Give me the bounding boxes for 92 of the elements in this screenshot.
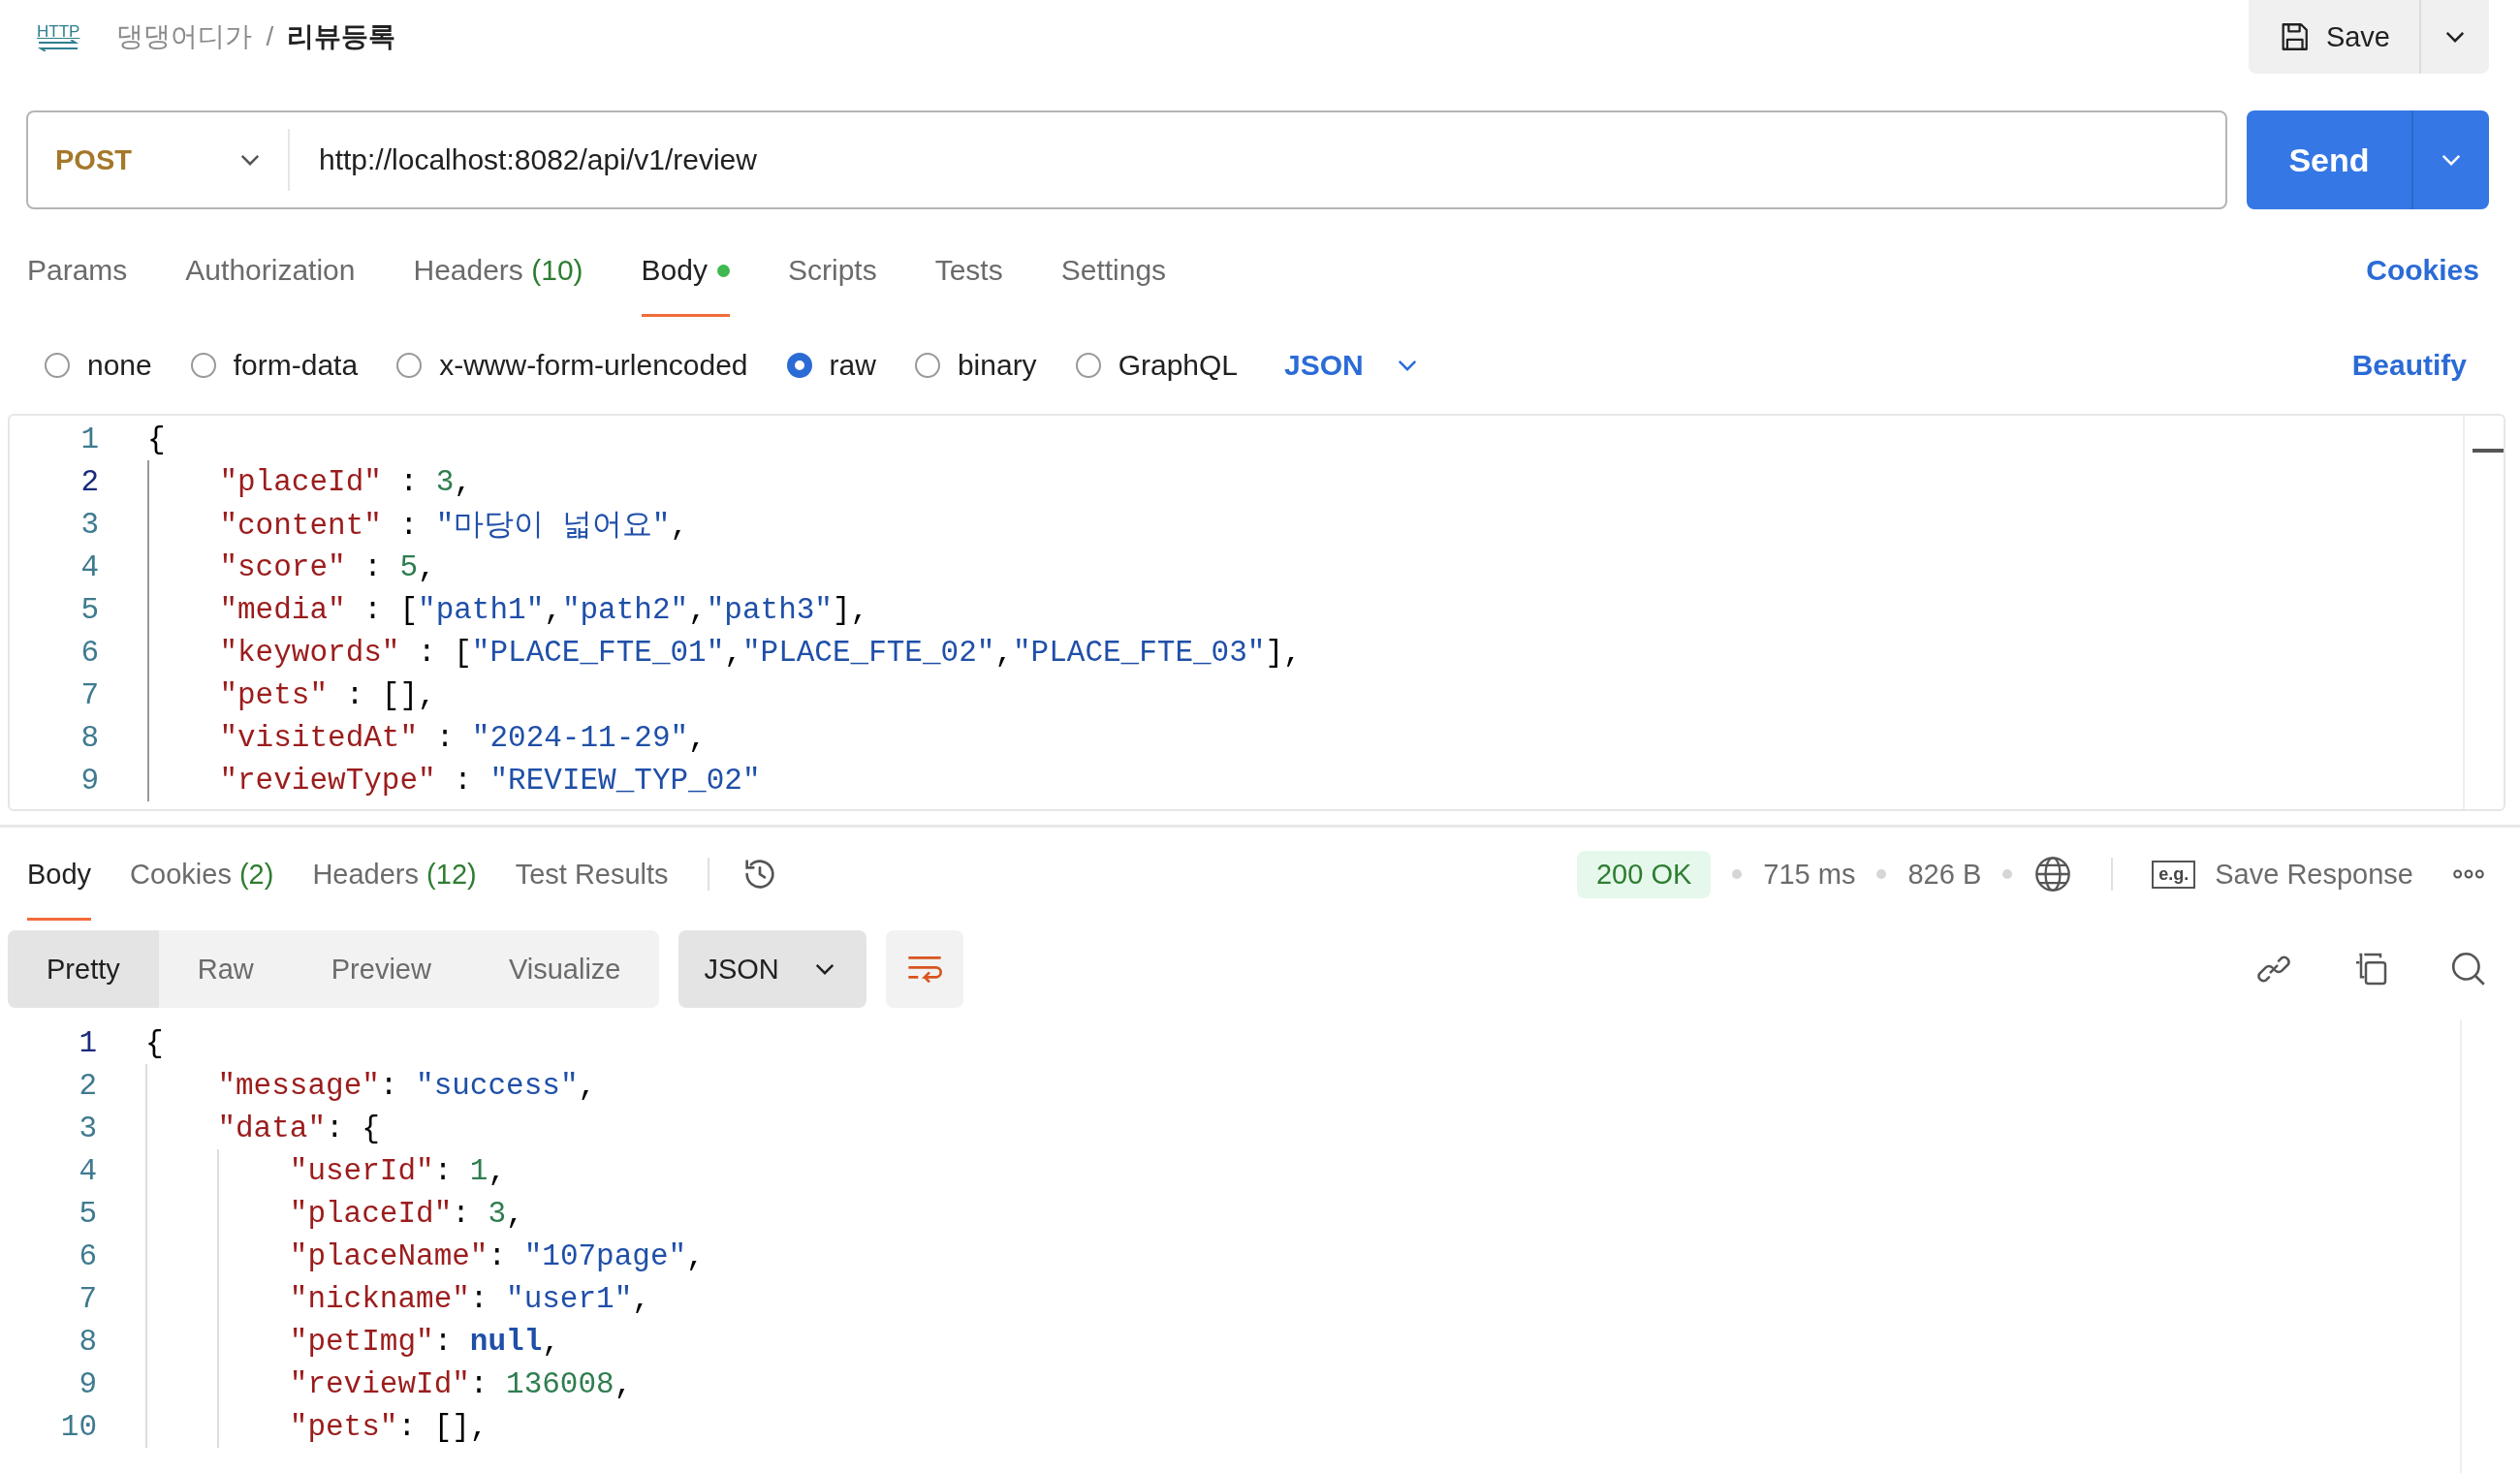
code-line: "pets": [],: [289, 1409, 488, 1444]
radio-button[interactable]: [786, 353, 812, 378]
scrollbar-thumb[interactable]: [2473, 449, 2504, 453]
code-line: "userId": 1,: [289, 1153, 507, 1188]
code-line: "placeId": 3,: [289, 1196, 524, 1231]
example-icon: e.g.: [2152, 860, 2196, 889]
code-line: "keywords" : ["PLACE_FTE_01","PLACE_FTE_02","PLACE_FTE_03"],: [219, 635, 1302, 670]
code-line: "placeName": "107page",: [289, 1238, 705, 1273]
line-number: 9: [79, 763, 100, 798]
line-number: 3: [78, 1111, 98, 1145]
response-time: 715 ms: [1763, 858, 1856, 891]
chevron-down-icon: [239, 153, 261, 167]
radio-button[interactable]: [1075, 353, 1101, 378]
radio-button[interactable]: [190, 353, 216, 378]
body-type-option[interactable]: none: [45, 349, 152, 382]
globe-icon[interactable]: [2033, 855, 2073, 893]
line-number: 4: [79, 549, 100, 584]
line-number: 4: [78, 1153, 98, 1188]
line-number: 9: [78, 1366, 98, 1401]
code-line: "visitedAt" : "2024-11-29",: [219, 720, 707, 755]
body-type-option[interactable]: x-www-form-urlencoded: [396, 349, 748, 382]
code-line: "media" : ["path1","path2","path3"],: [219, 592, 869, 627]
format-dropdown[interactable]: JSON: [1284, 349, 1418, 382]
body-type-option[interactable]: raw: [786, 349, 876, 382]
status-badge: 200 OK: [1577, 850, 1712, 898]
separator-dot: [2002, 869, 2013, 879]
chevron-down-icon: [2444, 30, 2466, 44]
code-line: "pets" : [],: [219, 677, 436, 712]
code-line: "message": "success",: [217, 1068, 597, 1103]
wrap-lines-button[interactable]: [885, 930, 963, 1008]
line-number: 10: [59, 1409, 98, 1444]
line-number: 7: [79, 677, 100, 712]
request-body-editor[interactable]: [8, 414, 2505, 811]
separator-dot: [1876, 869, 1887, 879]
body-type-option[interactable]: form-data: [190, 349, 359, 382]
chevron-down-icon: [1396, 359, 1418, 372]
more-options-icon[interactable]: [2452, 868, 2485, 880]
code-line: "score" : 5,: [219, 549, 436, 584]
request-tab[interactable]: Authorization: [185, 224, 356, 317]
code-line: "nickname": "user1",: [289, 1281, 650, 1316]
line-number: 3: [79, 507, 100, 542]
request-tab[interactable]: Body: [641, 224, 730, 317]
request-tab[interactable]: Params: [27, 224, 128, 317]
body-type-option[interactable]: binary: [914, 349, 1037, 382]
response-format-dropdown[interactable]: JSON: [678, 930, 866, 1008]
breadcrumb-item[interactable]: 댕댕어디가: [116, 18, 253, 55]
breadcrumb-separator: /: [266, 21, 274, 52]
request-tab[interactable]: Scripts: [787, 224, 877, 317]
line-number: 1: [78, 1025, 98, 1060]
chevron-down-icon: [813, 962, 835, 976]
code-line: "petImg": null,: [289, 1324, 560, 1359]
line-number: 5: [78, 1196, 98, 1231]
url-field[interactable]: http://localhost:8082/api/v1/review: [290, 143, 757, 176]
code-line: "content" : "마당이 넓어요",: [219, 508, 689, 545]
code-line: "reviewId": 136008,: [289, 1366, 633, 1401]
line-number: 5: [79, 592, 100, 627]
radio-button[interactable]: [45, 353, 70, 378]
view-mode-tab[interactable]: Pretty: [8, 930, 159, 1008]
view-mode-tab[interactable]: Preview: [292, 930, 470, 1008]
line-number: 1: [79, 422, 100, 456]
request-tab[interactable]: Headers (10): [413, 224, 583, 317]
chevron-down-icon: [2441, 153, 2462, 167]
response-size: 826 B: [1907, 858, 1982, 891]
request-tab[interactable]: Settings: [1060, 224, 1167, 317]
view-mode-tab[interactable]: Visualize: [469, 930, 660, 1008]
line-number: 2: [79, 464, 100, 499]
line-number: 8: [79, 720, 100, 755]
line-number: 6: [79, 635, 100, 670]
separator-dot: [1732, 869, 1743, 879]
request-tab[interactable]: Tests: [934, 224, 1003, 317]
save-response-button[interactable]: e.g. Save Response: [2152, 858, 2413, 891]
radio-button[interactable]: [396, 353, 423, 378]
radio-button[interactable]: [914, 353, 940, 378]
cookies-link[interactable]: Cookies: [2366, 254, 2479, 287]
method-dropdown[interactable]: POST: [28, 129, 290, 191]
breadcrumb-item[interactable]: 리뷰등록: [287, 18, 396, 55]
code-line: {: [147, 422, 166, 456]
code-line: {: [145, 1025, 164, 1060]
response-tab[interactable]: Body: [27, 828, 92, 921]
beautify-link[interactable]: Beautify: [2351, 349, 2467, 382]
code-line: "reviewType" : "REVIEW_TYP_02": [219, 763, 761, 798]
line-number: 8: [78, 1324, 98, 1359]
body-type-option[interactable]: GraphQL: [1075, 349, 1239, 382]
line-number: 6: [78, 1238, 98, 1273]
line-number: 7: [78, 1281, 98, 1316]
code-line: "placeId" : 3,: [219, 464, 472, 499]
response-tab[interactable]: Cookies (2): [130, 828, 274, 921]
code-line: "data": {: [217, 1111, 380, 1145]
response-tab[interactable]: Headers (12): [312, 828, 477, 921]
response-tab[interactable]: Test Results: [515, 828, 669, 921]
line-number: 2: [78, 1068, 98, 1103]
view-mode-tab[interactable]: Raw: [158, 930, 293, 1008]
